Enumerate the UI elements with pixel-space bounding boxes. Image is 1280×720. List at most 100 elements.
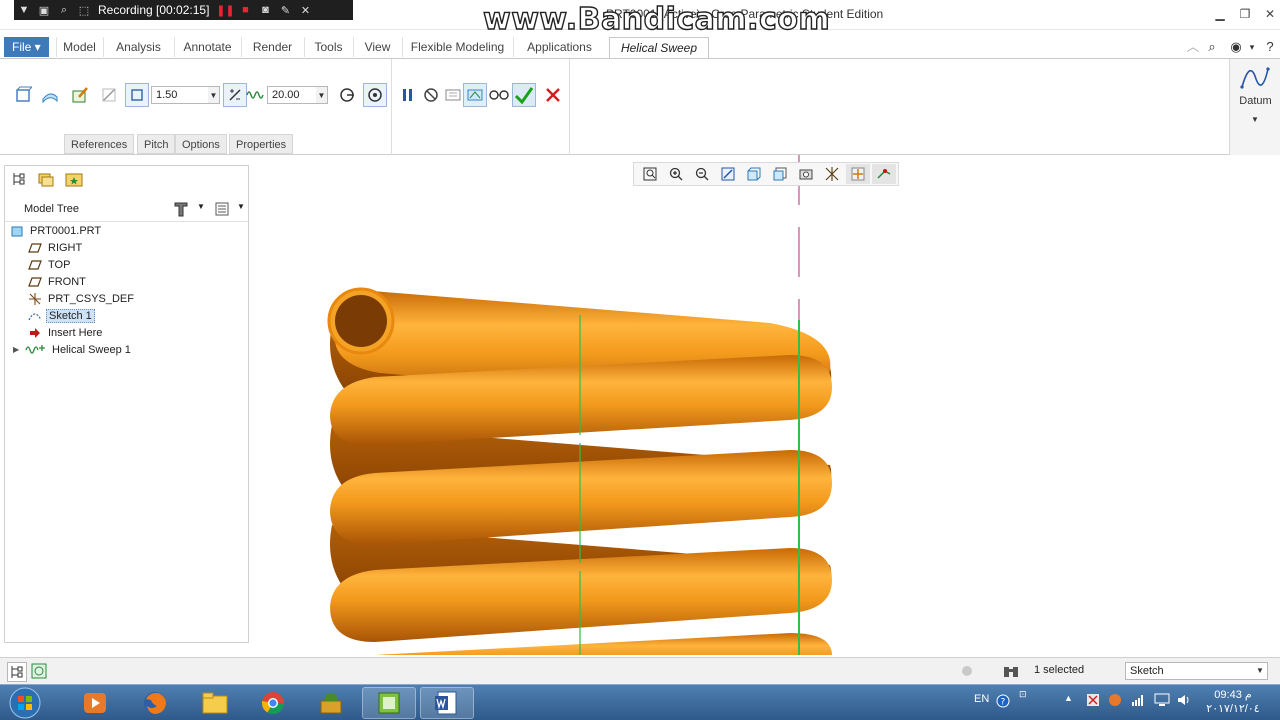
tree-settings-icon[interactable] [172, 201, 190, 220]
tab-analysis[interactable]: Analysis [103, 37, 173, 57]
spring-model[interactable] [250, 155, 1280, 655]
folder-browser-tab-icon[interactable] [37, 170, 57, 190]
cancel-button[interactable] [541, 83, 565, 107]
taskbar-installer[interactable] [304, 687, 358, 719]
tree-item-csys[interactable]: PRT_CSYS_DEF [27, 290, 136, 307]
pitch-dropdown[interactable]: ▼ [316, 86, 328, 104]
tab-tools[interactable]: Tools [304, 37, 352, 57]
spin-center-button[interactable] [846, 164, 870, 184]
language-indicator[interactable]: EN [974, 693, 989, 705]
datum-group[interactable]: Datum ▼ [1229, 59, 1280, 155]
tree-item-right[interactable]: RIGHT [27, 239, 84, 256]
help-icon[interactable]: ? [1262, 39, 1278, 55]
taskbar-media-player[interactable] [68, 687, 122, 719]
ime-options-icon[interactable]: ⊡ [1019, 689, 1027, 700]
camera-icon[interactable]: ◙ [255, 0, 275, 20]
minimize-icon[interactable]: ▁ [1212, 6, 1228, 22]
tree-item-helical-sweep[interactable]: ▶ Helical Sweep 1 [13, 341, 133, 358]
taskbar-creo[interactable] [362, 687, 416, 719]
zoom-in-button[interactable] [664, 164, 688, 184]
remove-material-button[interactable] [97, 83, 121, 107]
thicken-button[interactable] [125, 83, 149, 107]
start-button[interactable] [4, 686, 46, 720]
datum-display-filters-button[interactable] [820, 164, 844, 184]
tray-volume-icon[interactable] [1176, 693, 1192, 710]
taskbar-firefox[interactable] [128, 687, 182, 719]
stop-record-icon[interactable]: ■ [235, 0, 255, 20]
tree-item-front[interactable]: FRONT [27, 273, 88, 290]
favorites-tab-icon[interactable] [65, 171, 85, 191]
chevron-down-icon[interactable]: ▼ [1253, 663, 1267, 679]
tab-annotate[interactable]: Annotate [174, 37, 240, 57]
taskbar-word[interactable] [420, 687, 474, 719]
collapse-ribbon-icon[interactable]: ︿ [1185, 39, 1201, 55]
pitch-input[interactable]: 20.00 [267, 86, 317, 104]
annotation-display-button[interactable] [872, 164, 896, 184]
selection-filter-icon[interactable] [1002, 663, 1020, 682]
pause-record-icon[interactable]: ❚❚ [215, 0, 235, 20]
system-clock[interactable]: 09:43 م ٢٠١٧/١٢/٠٤ [1198, 688, 1268, 716]
ok-button[interactable] [512, 83, 536, 107]
window-icon[interactable]: ▣ [34, 0, 54, 20]
toggle-navigator-button[interactable] [7, 662, 27, 682]
help-icon[interactable]: ? [996, 694, 1010, 711]
search-icon[interactable]: ⌕ [1204, 39, 1220, 55]
selection-filter-dropdown[interactable]: Sketch ▼ [1125, 662, 1268, 680]
thickness-input[interactable]: 1.50 [151, 86, 209, 104]
tab-applications[interactable]: Applications [513, 37, 605, 57]
tree-item-insert-here[interactable]: Insert Here [27, 324, 104, 341]
tab-helical-sweep[interactable]: Helical Sweep [609, 37, 709, 59]
no-preview-button[interactable] [419, 83, 443, 107]
search-icon[interactable]: ⌕ [54, 0, 74, 20]
tab-model[interactable]: Model [56, 37, 102, 57]
subtab-options[interactable]: Options [175, 134, 227, 154]
taskbar-explorer[interactable] [188, 687, 242, 719]
refit-button[interactable] [638, 164, 662, 184]
surface-option-button[interactable] [38, 83, 62, 107]
tree-item-sketch[interactable]: Sketch 1 [27, 307, 95, 324]
tab-flexible-modeling[interactable]: Flexible Modeling [402, 37, 512, 57]
thickness-dropdown[interactable]: ▼ [208, 86, 220, 104]
file-menu-button[interactable]: File ▾ [4, 37, 49, 57]
tree-item-part[interactable]: PRT0001.PRT [9, 222, 103, 239]
taskbar-chrome[interactable] [246, 687, 300, 719]
left-handed-button[interactable] [335, 83, 359, 107]
restore-icon[interactable]: ❐ [1237, 6, 1253, 22]
chevron-down-icon[interactable]: ▼ [237, 202, 245, 211]
capture-region-icon[interactable]: ⬚ [74, 0, 94, 20]
subtab-properties[interactable]: Properties [229, 134, 294, 154]
tab-view[interactable]: View [353, 37, 401, 57]
graphics-window[interactable] [250, 155, 1280, 655]
tray-monitor-icon[interactable] [1154, 693, 1170, 710]
solid-option-button[interactable] [11, 83, 35, 107]
expand-arrow-icon[interactable]: ▶ [13, 345, 23, 354]
toggle-browser-button[interactable] [30, 662, 50, 682]
tray-app-icon[interactable] [1086, 693, 1100, 710]
preview-button[interactable] [441, 83, 465, 107]
tree-item-top[interactable]: TOP [27, 256, 72, 273]
close-window-icon[interactable]: ✕ [1262, 6, 1278, 22]
attached-preview-button[interactable] [463, 83, 487, 107]
display-style-button[interactable] [742, 164, 766, 184]
view-manager-button[interactable] [794, 164, 818, 184]
chevron-down-icon[interactable]: ▾ [1244, 39, 1260, 55]
dropdown-arrow-icon[interactable]: ▼ [14, 0, 34, 20]
zoom-out-button[interactable] [690, 164, 714, 184]
repaint-button[interactable] [716, 164, 740, 184]
close-icon[interactable]: ✕ [295, 0, 315, 20]
tab-render[interactable]: Render [241, 37, 303, 57]
flip-direction-button[interactable] [223, 83, 247, 107]
chevron-down-icon[interactable]: ▼ [1251, 115, 1259, 124]
subtab-pitch[interactable]: Pitch [137, 134, 176, 154]
subtab-references[interactable]: References [64, 134, 135, 154]
sketch-profile-button[interactable] [68, 83, 92, 107]
chevron-down-icon[interactable]: ▼ [197, 202, 205, 211]
right-handed-button[interactable] [363, 83, 387, 107]
saved-orientations-button[interactable] [768, 164, 792, 184]
tray-record-icon[interactable] [1108, 693, 1122, 710]
pen-icon[interactable]: ✎ [275, 0, 295, 20]
model-tree-tab-icon[interactable] [11, 171, 29, 189]
tray-network-icon[interactable] [1131, 693, 1145, 710]
tree-show-icon[interactable] [214, 201, 230, 220]
verify-button[interactable] [487, 83, 511, 107]
